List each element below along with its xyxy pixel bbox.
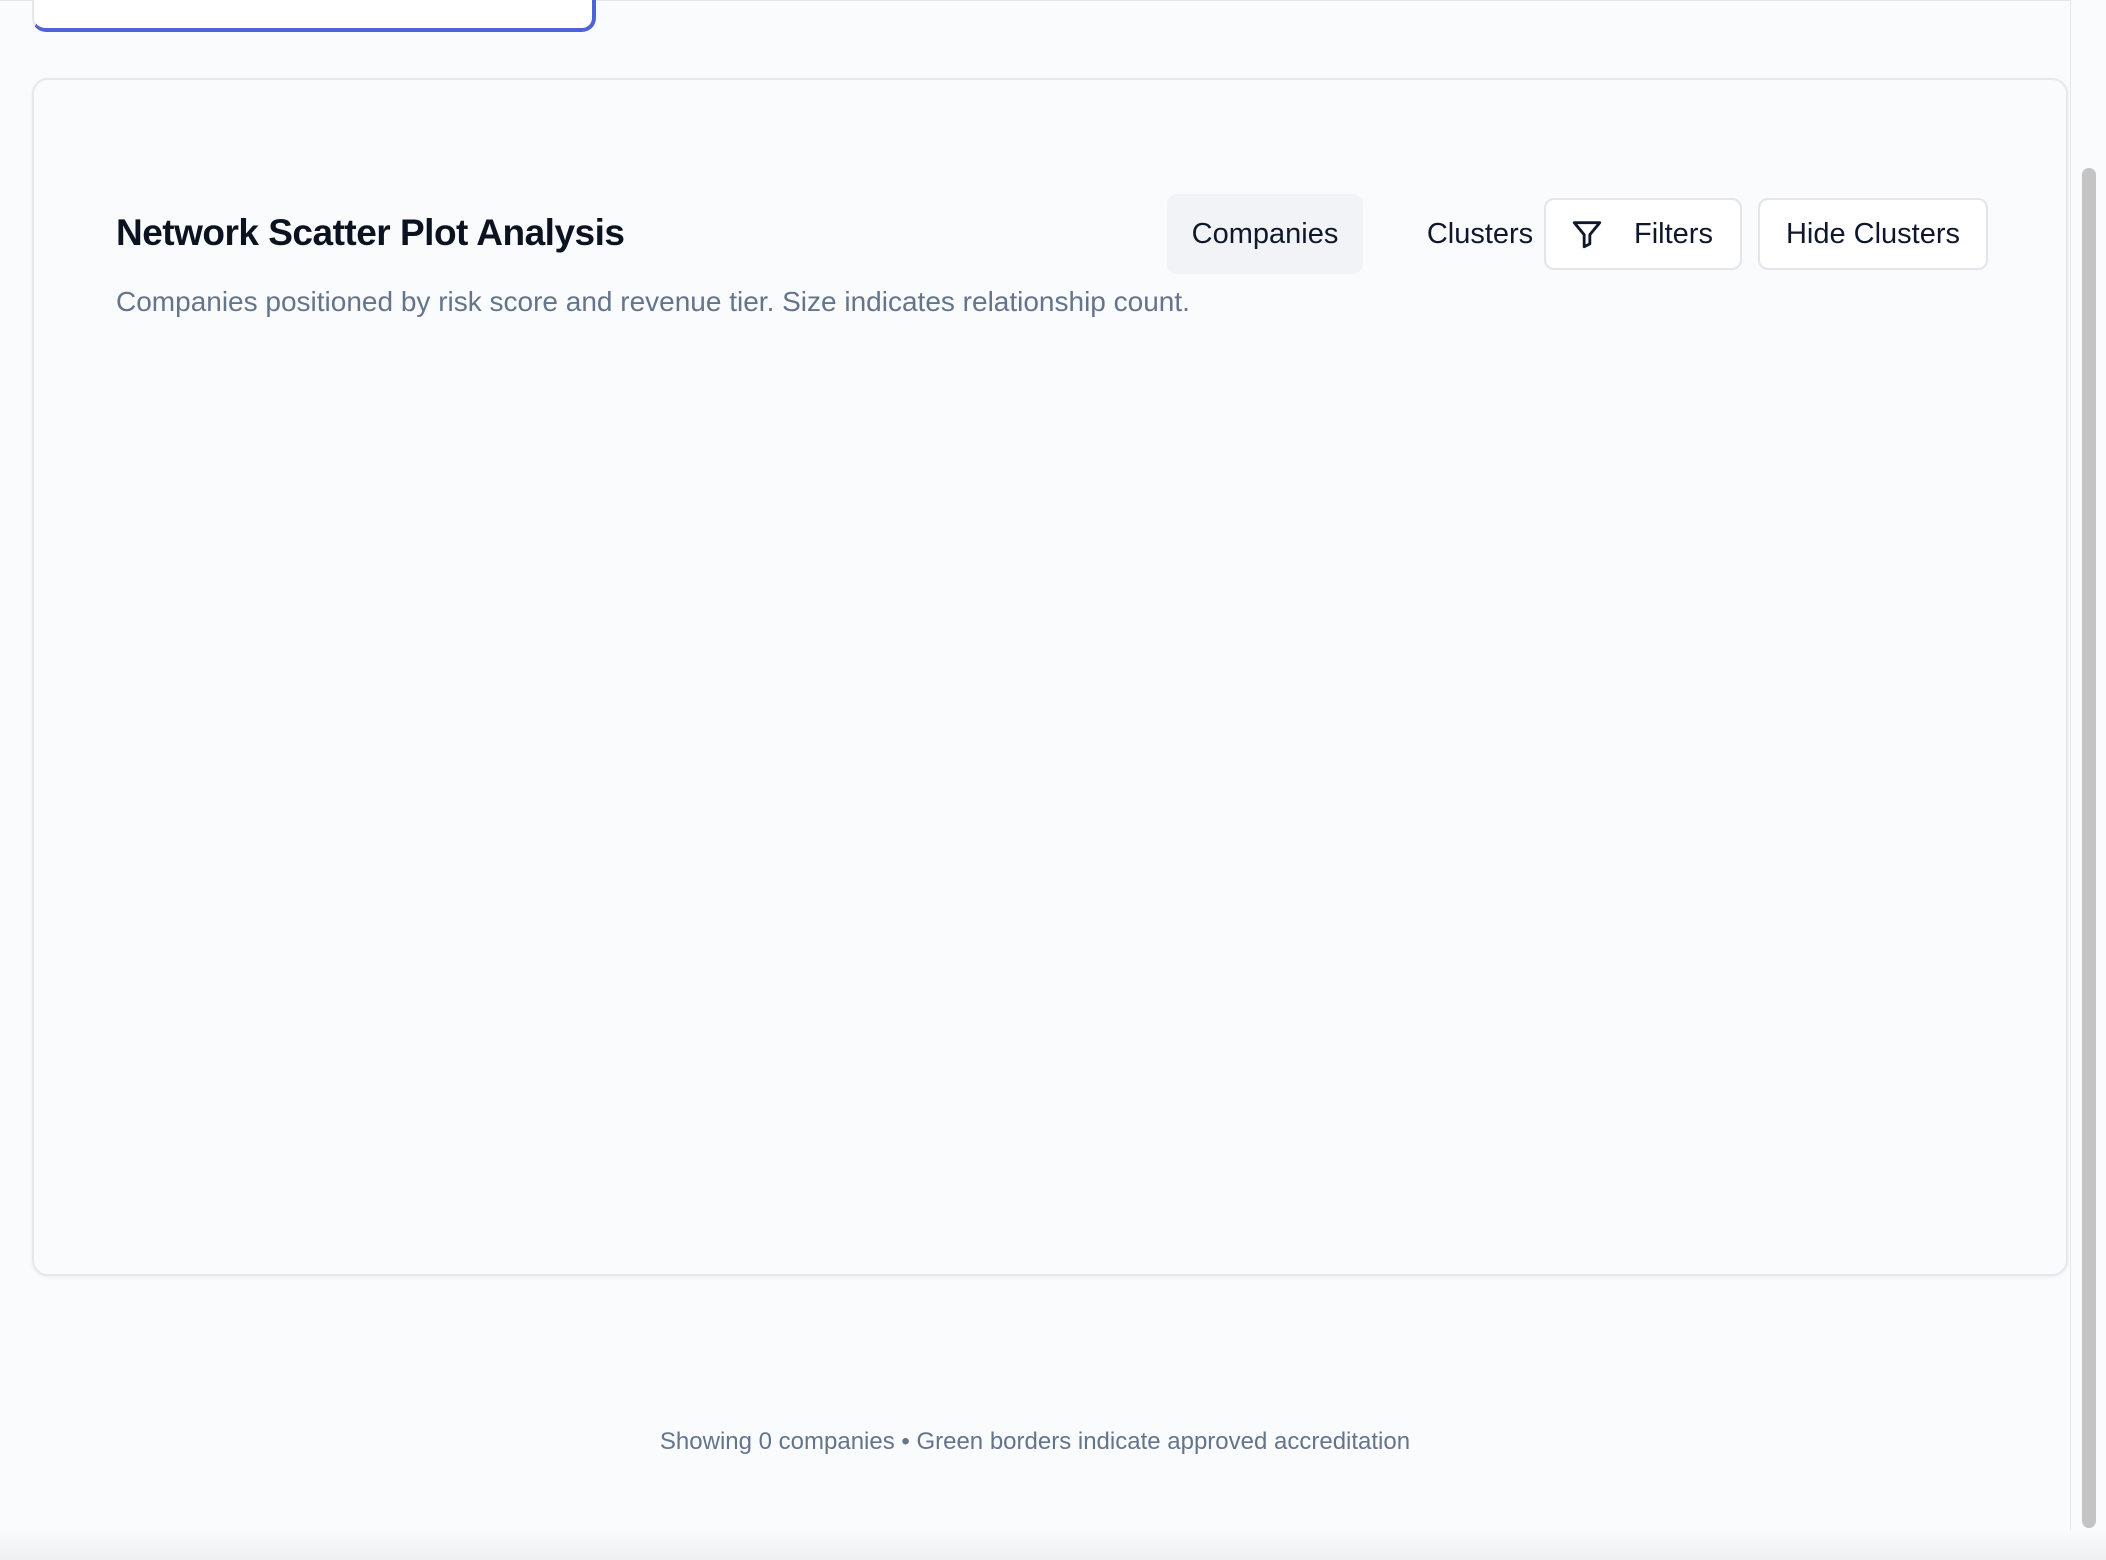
page-scrollbar[interactable]	[2070, 0, 2106, 1540]
scatter-plot-panel: Network Scatter Plot Analysis Companies …	[32, 78, 2068, 1276]
filters-button-label: Filters	[1634, 217, 1713, 250]
panel-subtitle: Companies positioned by risk score and r…	[116, 286, 1190, 317]
bottom-edge	[0, 1530, 2106, 1560]
status-footer: Showing 0 companies • Green borders indi…	[659, 1428, 1411, 1455]
tab-clusters[interactable]: Clusters	[1396, 194, 1564, 274]
filter-icon	[1570, 217, 1604, 251]
filters-button[interactable]: Filters	[1544, 198, 1742, 270]
tab-companies[interactable]: Companies	[1167, 194, 1363, 274]
scrollbar-thumb[interactable]	[2082, 168, 2096, 1528]
hide-clusters-button[interactable]: Hide Clusters	[1758, 198, 1988, 270]
selected-card-fragment[interactable]	[32, 0, 596, 32]
page: Network Scatter Plot Analysis Companies …	[0, 0, 2106, 1560]
panel-title: Network Scatter Plot Analysis	[116, 212, 625, 253]
scatter-plot-area[interactable]	[74, 340, 2024, 1240]
